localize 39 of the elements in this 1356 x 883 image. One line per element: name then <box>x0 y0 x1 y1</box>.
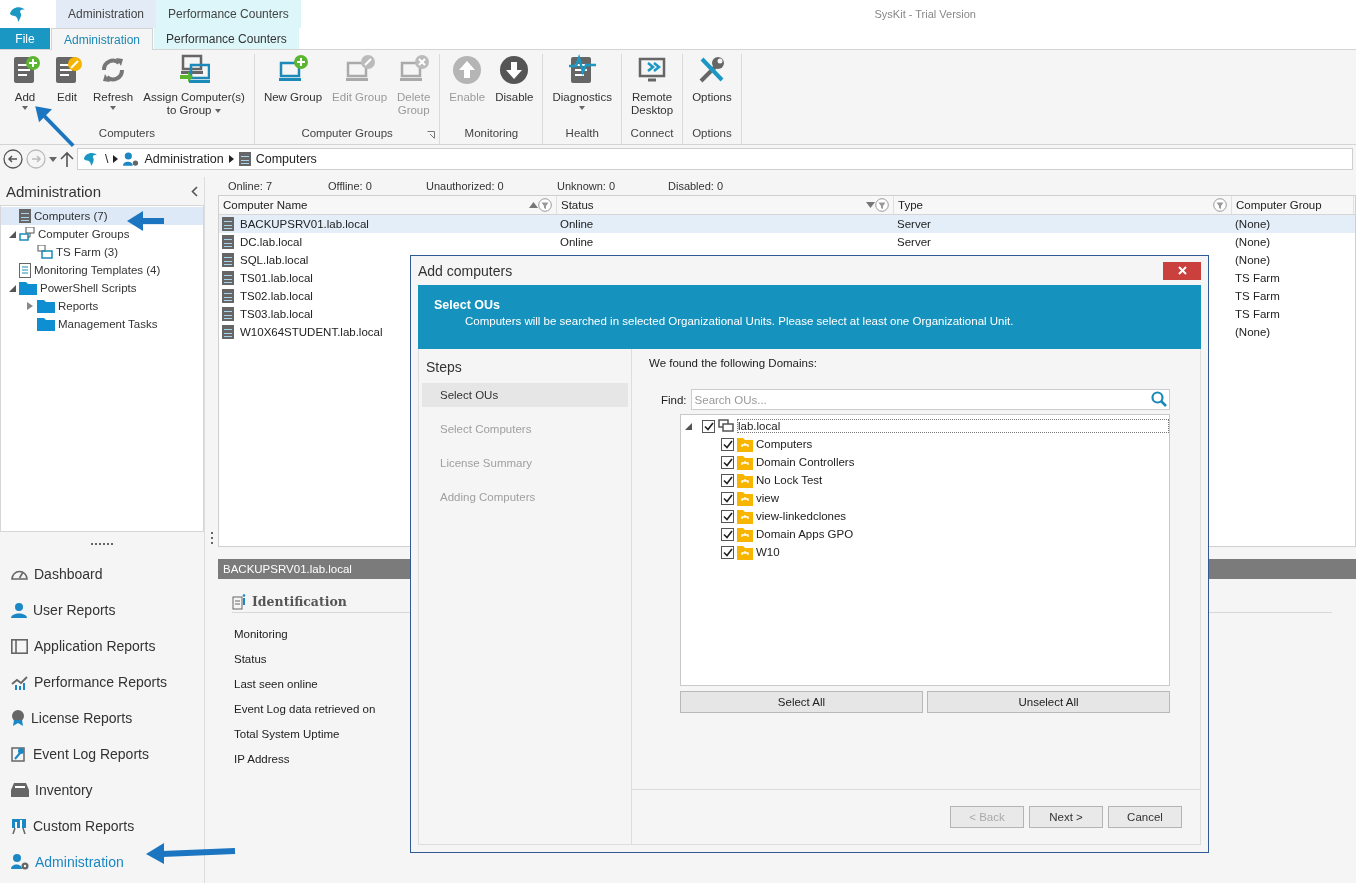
section-title: Identification <box>252 594 347 609</box>
status-count: Unknown: 0 <box>557 180 617 192</box>
group-label: Monitoring <box>464 127 519 141</box>
panel-title: Administration <box>6 182 102 200</box>
table-cell: DC.lab.local <box>219 233 557 251</box>
table-cell-text: (None) <box>1234 235 1272 250</box>
group-label: Computers <box>98 127 156 141</box>
table-cell-text: Online <box>559 217 595 232</box>
table-cell-text: TS Farm <box>1234 307 1281 322</box>
table-cell-text: Server <box>896 235 932 250</box>
status-count: Unauthorized: 0 <box>426 180 505 192</box>
banner-title: Select OUs <box>434 298 501 312</box>
table-cell-text: (None) <box>1234 253 1272 268</box>
field-label: Event Log data retrieved on <box>234 701 376 717</box>
group-label: Computer Groups <box>300 127 394 141</box>
status-count: Online: 7 <box>228 180 274 192</box>
table-cell-text: TS Farm <box>1234 271 1281 286</box>
field-label: Status <box>234 651 267 667</box>
table-cell-text: (None) <box>1234 217 1272 232</box>
table-cell-text: (None) <box>1234 325 1272 340</box>
field-label: Total System Uptime <box>234 726 340 742</box>
status-count: Disabled: 0 <box>668 180 725 192</box>
table-cell-text: TS Farm <box>1234 289 1281 304</box>
window-title: SysKit - Trial Version <box>874 7 976 22</box>
field-label: Last seen online <box>234 676 318 692</box>
table-cell: BACKUPSRV01.lab.local <box>219 215 557 233</box>
group-label: Options <box>692 127 732 141</box>
group-label: Health <box>565 127 599 141</box>
context-tab-label: Administration <box>56 0 157 28</box>
found-text: We found the following Domains: <box>649 357 818 369</box>
find-label: Find: <box>661 393 687 406</box>
steps-title: Steps <box>425 358 463 377</box>
table-cell-text: Online <box>559 235 595 250</box>
group-label: Connect <box>630 127 674 141</box>
status-count: Offline: 0 <box>328 180 373 192</box>
field-label: Monitoring <box>234 626 288 642</box>
table-cell-text: Server <box>896 217 932 232</box>
context-tab-label: Performance Counters <box>156 0 301 28</box>
field-label: IP Address <box>234 751 290 767</box>
